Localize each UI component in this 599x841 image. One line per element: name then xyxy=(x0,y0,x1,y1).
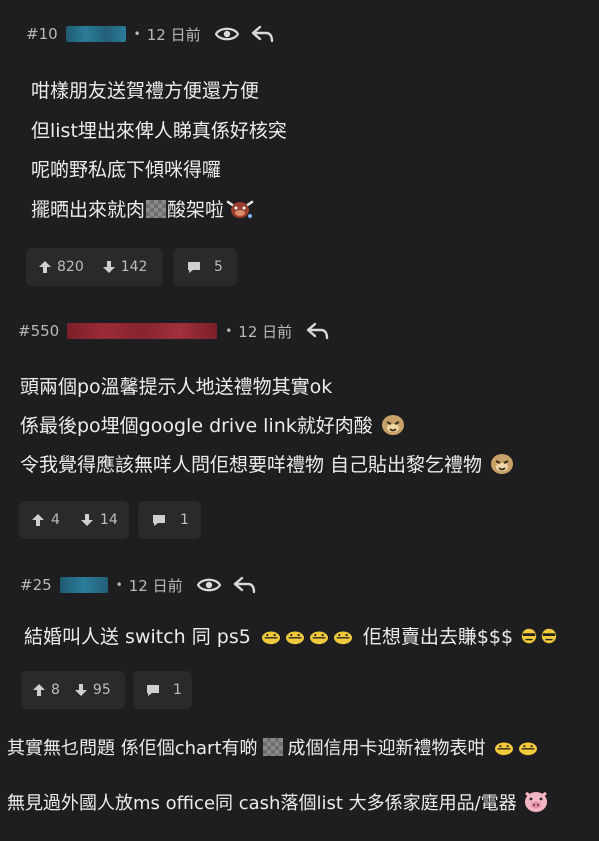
downvote-count: 142 xyxy=(120,259,148,275)
post-time: 12 日前 xyxy=(238,322,293,341)
downvote-count: 95 xyxy=(92,682,111,698)
reply-icon[interactable] xyxy=(306,322,330,340)
post-line-text: 結婚叫人送 switch 同 ps5 xyxy=(24,626,251,648)
post-line: 令我覺得應該無咩人問佢想要咩禮物 自己貼出黎乞禮物 xyxy=(20,450,519,477)
post-time: 12 日前 xyxy=(128,576,183,595)
emoji-group xyxy=(259,627,355,645)
arrow-down-icon xyxy=(80,514,93,526)
duck-emoji-icon xyxy=(285,631,304,644)
post-number[interactable]: #25 xyxy=(20,576,52,594)
upvote-button[interactable]: 820 xyxy=(38,259,84,275)
comment-bubble-icon xyxy=(188,262,200,273)
vote-button-group: 4 14 xyxy=(19,501,129,539)
arrow-up-icon xyxy=(39,261,51,273)
downvote-count: 14 xyxy=(99,512,118,528)
username-blurred[interactable] xyxy=(67,323,218,339)
reply-icon[interactable] xyxy=(251,25,275,43)
post-line: 咁樣朋友送賀禮方便還方便 xyxy=(31,80,260,102)
post-line-text: 酸架啦 xyxy=(167,199,225,221)
reply-icon[interactable] xyxy=(233,576,257,594)
downvote-button[interactable]: 95 xyxy=(74,682,111,698)
comments-button[interactable]: 1 xyxy=(138,501,201,539)
duck-emoji-icon xyxy=(494,742,513,756)
post-meta: #25 • 12 日前 xyxy=(20,574,269,596)
upvote-count: 4 xyxy=(51,512,60,528)
post-line-text: 係最後po埋個google drive link就好肉酸 xyxy=(20,415,373,437)
post-line-text: 佢想賣出去賺$$$ xyxy=(362,626,514,648)
upvote-count: 8 xyxy=(51,682,60,698)
upvote-count: 820 xyxy=(57,259,84,275)
comment-bubble-icon xyxy=(153,515,165,526)
arrow-down-icon xyxy=(102,261,115,273)
duck-emoji-icon xyxy=(261,631,280,644)
post-line: 係最後po埋個google drive link就好肉酸 xyxy=(20,411,410,438)
vote-button-group: 820 142 xyxy=(26,248,163,286)
comment-count: 1 xyxy=(173,682,182,698)
downvote-button[interactable]: 142 xyxy=(102,259,148,275)
arrow-up-icon xyxy=(33,684,45,696)
post-line: 但list埋出來俾人睇真係好核突 xyxy=(31,120,287,142)
post-line: 呢啲野私底下傾咪得囉 xyxy=(31,159,222,181)
post-line-text: 成個信用卡迎新禮物表咁 xyxy=(287,738,486,759)
comments-button[interactable]: 1 xyxy=(133,671,192,709)
post-time: 12 日前 xyxy=(146,25,201,44)
post-line: 其實無乜問題 係佢個chart有啲 成個信用卡迎新禮物表咁 xyxy=(7,734,540,760)
post-line: 結婚叫人送 switch 同 ps5 佢想賣出去賺$$$ xyxy=(24,622,559,649)
post-line-text: 其實無乜問題 係佢個chart有啲 xyxy=(7,738,258,759)
vote-button-group: 8 95 xyxy=(21,671,125,709)
downvote-button[interactable]: 14 xyxy=(80,512,118,528)
separator-dot: • xyxy=(133,27,141,41)
eye-icon[interactable] xyxy=(214,25,239,43)
post-line-text: 擺晒出來就肉 xyxy=(31,199,146,221)
post-line: 擺晒出來就肉 酸架啦 xyxy=(31,195,256,222)
sunglasses-emoji-icon xyxy=(521,628,537,643)
comments-button[interactable]: 5 xyxy=(173,248,237,286)
comment-count: 5 xyxy=(214,259,223,275)
post-line: 頭兩個po溫馨提示人地送禮物其實ok xyxy=(20,376,333,398)
laughing-monkey-emoji-icon xyxy=(491,453,514,474)
sunglasses-emoji-icon xyxy=(541,628,557,643)
post-number[interactable]: #550 xyxy=(18,322,59,340)
separator-dot: • xyxy=(225,324,233,338)
username-blurred[interactable] xyxy=(65,26,126,42)
emoji-group xyxy=(519,627,559,645)
pig-emoji-icon xyxy=(524,791,547,812)
username-blurred[interactable] xyxy=(59,577,108,593)
arrow-up-icon xyxy=(32,514,44,526)
post-meta: #550 • 12 日前 xyxy=(18,320,342,342)
upvote-button[interactable]: 4 xyxy=(31,512,60,528)
angry-bull-emoji-icon xyxy=(226,200,254,218)
upvote-button[interactable]: 8 xyxy=(32,682,60,698)
post-line: 無見過外國人放ms office同 cash落個list 大多係家庭用品/電器 xyxy=(7,789,552,815)
duck-emoji-icon xyxy=(309,631,328,644)
post-number[interactable]: #10 xyxy=(26,25,58,43)
post-line-text: 令我覺得應該無咩人問佢想要咩禮物 自己貼出黎乞禮物 xyxy=(20,454,483,476)
post-meta: #10 • 12 日前 xyxy=(26,23,287,45)
emoji-group xyxy=(492,738,540,756)
duck-emoji-icon xyxy=(333,631,352,644)
duck-emoji-icon xyxy=(518,742,537,756)
comment-bubble-icon xyxy=(147,685,159,696)
censored-mosaic xyxy=(146,199,167,218)
separator-dot: • xyxy=(115,578,123,592)
laughing-monkey-emoji-icon xyxy=(381,414,404,435)
arrow-down-icon xyxy=(74,684,87,696)
censored-mosaic xyxy=(262,738,283,756)
eye-icon[interactable] xyxy=(196,576,221,594)
post-line-text: 無見過外國人放ms office同 cash落個list 大多係家庭用品/電器 xyxy=(7,793,517,814)
comment-count: 1 xyxy=(180,512,189,528)
